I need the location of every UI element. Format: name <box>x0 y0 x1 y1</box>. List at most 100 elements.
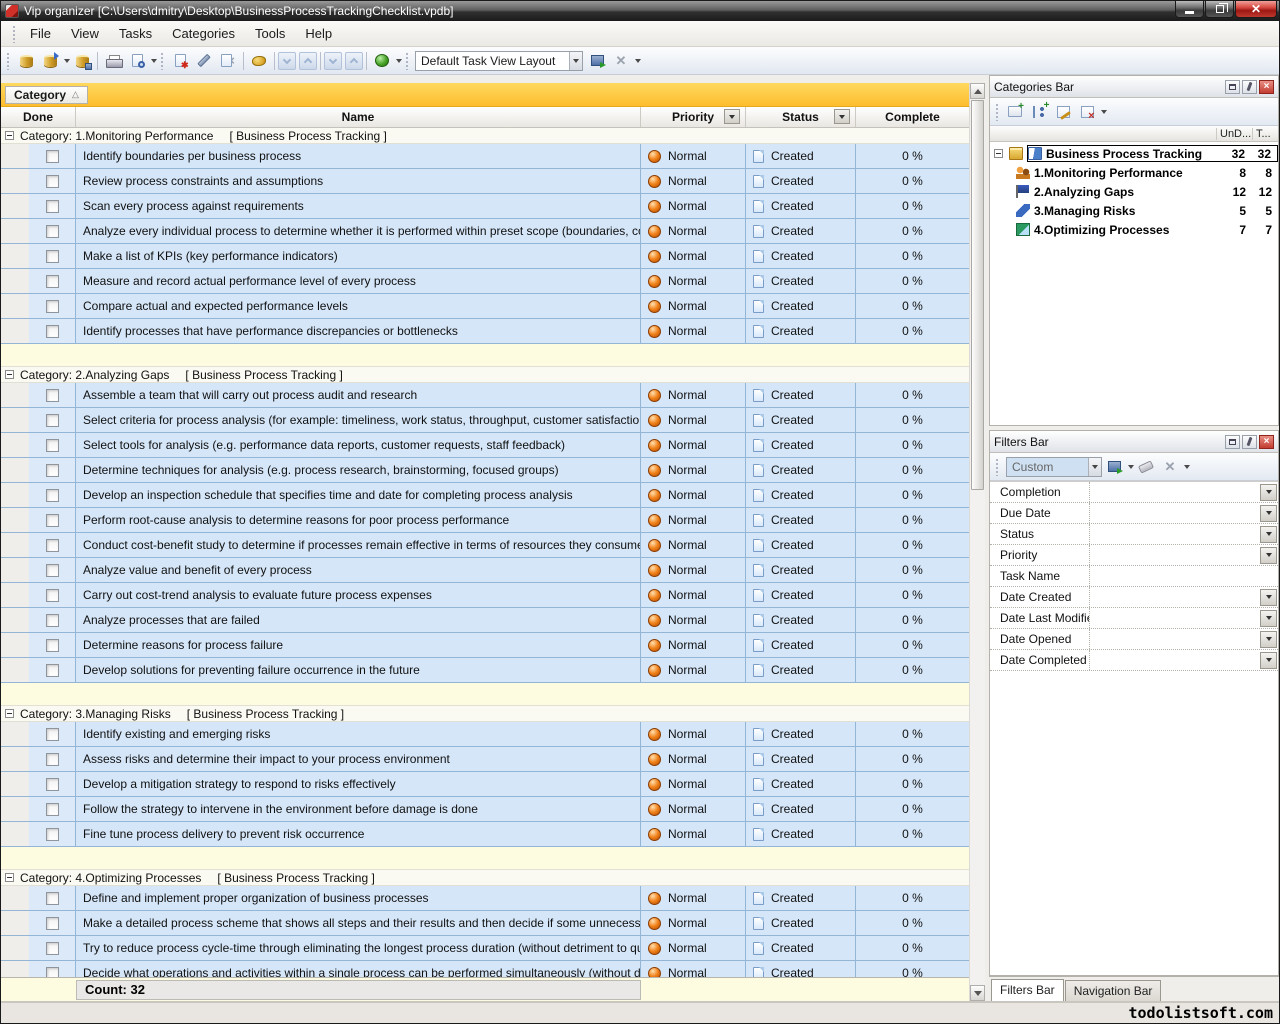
tree-category-row[interactable]: 1.Monitoring Performance 8 8 <box>990 163 1278 182</box>
done-checkbox[interactable] <box>46 828 59 841</box>
edit-task-button[interactable] <box>192 50 216 72</box>
task-row[interactable]: Select criteria for process analysis (fo… <box>1 408 969 433</box>
filters-pin-button[interactable] <box>1242 435 1257 449</box>
task-row[interactable]: Decide what operations and activities wi… <box>1 961 969 977</box>
done-checkbox[interactable] <box>46 200 59 213</box>
done-checkbox[interactable] <box>46 892 59 905</box>
print-button[interactable] <box>101 50 125 72</box>
restore-button[interactable] <box>1205 1 1234 18</box>
done-checkbox[interactable] <box>46 728 59 741</box>
move-bottom-button[interactable] <box>324 52 342 70</box>
task-row[interactable]: Develop a mitigation strategy to respond… <box>1 772 969 797</box>
task-row[interactable]: Measure and record actual performance le… <box>1 269 969 294</box>
open-database-button[interactable] <box>38 50 62 72</box>
filter-value-field[interactable] <box>1090 608 1260 628</box>
tree-collapse-icon[interactable] <box>994 149 1003 158</box>
tab-filters-bar[interactable]: Filters Bar <box>991 979 1064 1001</box>
done-checkbox[interactable] <box>46 514 59 527</box>
collapse-icon[interactable] <box>5 370 14 379</box>
done-checkbox[interactable] <box>46 967 59 978</box>
column-header-status[interactable]: Status <box>746 107 856 127</box>
task-row[interactable]: Try to reduce process cycle-time through… <box>1 936 969 961</box>
column-undone[interactable]: UnD... <box>1216 128 1252 140</box>
filter-dropdown-button[interactable] <box>1260 547 1277 564</box>
scroll-up-button[interactable] <box>970 83 985 99</box>
done-checkbox[interactable] <box>46 250 59 263</box>
task-row[interactable]: Follow the strategy to intervene in the … <box>1 797 969 822</box>
filter-preset-combo[interactable]: Custom <box>1006 457 1102 477</box>
menu-item[interactable]: File <box>20 23 61 44</box>
category-group-header[interactable]: Category: 2.Analyzing Gaps [ Business Pr… <box>1 367 969 383</box>
task-row[interactable]: Review process constraints and assumptio… <box>1 169 969 194</box>
done-checkbox[interactable] <box>46 175 59 188</box>
done-checkbox[interactable] <box>46 589 59 602</box>
print-dropdown-caret[interactable] <box>151 59 157 63</box>
layout-combo[interactable]: Default Task View Layout <box>415 51 583 71</box>
filter-value-field[interactable] <box>1090 524 1260 544</box>
done-checkbox[interactable] <box>46 489 59 502</box>
tab-navigation-bar[interactable]: Navigation Bar <box>1065 980 1162 1001</box>
new-database-button[interactable] <box>14 50 38 72</box>
done-checkbox[interactable] <box>46 389 59 402</box>
close-button[interactable]: ✕ <box>1235 1 1277 18</box>
filter-value-field[interactable] <box>1090 482 1260 502</box>
task-row[interactable]: Develop solutions for preventing failure… <box>1 658 969 683</box>
done-checkbox[interactable] <box>46 753 59 766</box>
task-row[interactable]: Scan every process against requirements … <box>1 194 969 219</box>
done-checkbox[interactable] <box>46 225 59 238</box>
column-header-complete[interactable]: Complete <box>856 107 969 127</box>
notes-button[interactable] <box>370 50 394 72</box>
priority-filter-button[interactable] <box>724 109 740 124</box>
new-category-button[interactable] <box>1003 101 1027 123</box>
filter-dropdown-button[interactable] <box>1260 505 1277 522</box>
print-preview-button[interactable] <box>125 50 149 72</box>
filters-restore-button[interactable] <box>1225 435 1240 449</box>
task-row[interactable]: Identify processes that have performance… <box>1 319 969 344</box>
done-checkbox[interactable] <box>46 942 59 955</box>
filter-dropdown-button[interactable] <box>1260 610 1277 627</box>
done-checkbox[interactable] <box>46 564 59 577</box>
filter-dropdown-button[interactable] <box>1260 526 1277 543</box>
menu-item[interactable]: View <box>61 23 109 44</box>
done-checkbox[interactable] <box>46 300 59 313</box>
categories-restore-button[interactable] <box>1225 80 1240 94</box>
menu-item[interactable]: Help <box>295 23 342 44</box>
task-row[interactable]: Develop an inspection schedule that spec… <box>1 483 969 508</box>
filter-dropdown-button[interactable] <box>1260 589 1277 606</box>
clear-filter-button[interactable] <box>1134 456 1158 478</box>
tree-root-row[interactable]: Business Process Tracking 32 32 <box>990 144 1278 163</box>
scrollbar-thumb[interactable] <box>971 100 984 490</box>
done-checkbox[interactable] <box>46 464 59 477</box>
done-checkbox[interactable] <box>46 539 59 552</box>
tree-category-row[interactable]: 3.Managing Risks 5 5 <box>990 201 1278 220</box>
filter-dropdown-button[interactable] <box>1260 631 1277 648</box>
task-row[interactable]: Identify boundaries per business process… <box>1 144 969 169</box>
filter-value-field[interactable] <box>1090 650 1260 670</box>
filter-value-field[interactable] <box>1090 545 1260 565</box>
scroll-down-button[interactable] <box>970 985 985 1001</box>
task-row[interactable]: Analyze value and benefit of every proce… <box>1 558 969 583</box>
category-group-header[interactable]: Category: 3.Managing Risks [ Business Pr… <box>1 706 969 722</box>
done-checkbox[interactable] <box>46 614 59 627</box>
task-row[interactable]: Carry out cost-trend analysis to evaluat… <box>1 583 969 608</box>
done-checkbox[interactable] <box>46 150 59 163</box>
move-top-button[interactable] <box>345 52 363 70</box>
collapse-icon[interactable] <box>5 131 14 140</box>
filter-value-field[interactable] <box>1090 629 1260 649</box>
delete-task-button[interactable]: × <box>216 50 240 72</box>
task-row[interactable]: Compare actual and expected performance … <box>1 294 969 319</box>
highlight-button[interactable] <box>247 50 271 72</box>
apply-filter-button[interactable] <box>1102 456 1126 478</box>
filters-toolbar-caret[interactable] <box>1184 465 1190 469</box>
task-row[interactable]: Conduct cost-benefit study to determine … <box>1 533 969 558</box>
delete-filter-button[interactable]: ✕ <box>1158 456 1182 478</box>
layout-dropdown-caret[interactable] <box>635 59 641 63</box>
task-row[interactable]: Select tools for analysis (e.g. performa… <box>1 433 969 458</box>
categories-toolbar-caret[interactable] <box>1101 110 1107 114</box>
task-row[interactable]: Fine tune process delivery to prevent ri… <box>1 822 969 847</box>
vertical-scrollbar[interactable] <box>969 83 985 1001</box>
group-by-category-button[interactable]: Category △ <box>5 86 88 104</box>
done-checkbox[interactable] <box>46 803 59 816</box>
categories-pin-button[interactable] <box>1242 80 1257 94</box>
task-row[interactable]: Assemble a team that will carry out proc… <box>1 383 969 408</box>
